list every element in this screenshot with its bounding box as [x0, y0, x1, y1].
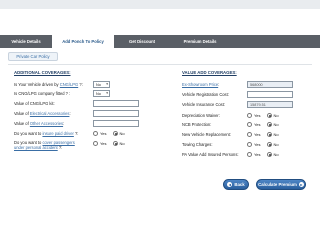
ncb-yes[interactable]: Yes: [247, 122, 261, 127]
towing-label: Towing Charges:: [182, 142, 213, 147]
insure-driver-label: Do you want to insure paid driver ?:: [14, 131, 79, 136]
tab-premium-details[interactable]: Premium Details: [170, 35, 230, 48]
divider: [8, 64, 312, 65]
cover-passengers-radio: Yes No: [93, 141, 125, 146]
tab-add-ponch[interactable]: Add Ponch To Policy: [52, 35, 114, 48]
towing-row: Towing Charges:: [182, 140, 213, 149]
insure-driver-no[interactable]: No: [112, 131, 125, 136]
towing-yes[interactable]: Yes: [247, 142, 261, 147]
depreciation-yes[interactable]: Yes: [247, 113, 261, 118]
insurance-cost-input[interactable]: 15879.51: [247, 101, 293, 108]
ncb-radio: Yes No: [247, 122, 279, 127]
pa-radio: Yes No: [247, 152, 279, 157]
new-vehicle-radio: Yes No: [247, 132, 279, 137]
registration-label: Vehicle Registration Cost:: [182, 92, 229, 97]
chevron-down-icon: ▾: [106, 91, 108, 95]
electrical-input[interactable]: [93, 110, 139, 117]
tab-bar: Vehicle Details Add Ponch To Policy Get …: [0, 35, 320, 48]
new-vehicle-row: New Vehicle Replacement:: [182, 130, 231, 139]
electrical-row: Value of Electrical Accessories:: [14, 109, 71, 118]
depreciation-row: Depreciation Waiver:: [182, 111, 220, 120]
electrical-label: Value of Electrical Accessories:: [14, 111, 71, 116]
depreciation-no[interactable]: No: [266, 113, 279, 118]
cng-kit-row: Value of CNG/LPG kit:: [14, 99, 55, 108]
calculate-premium-button[interactable]: Calculate Premium ▸: [256, 179, 306, 190]
ex-showroom-label: Ex-Showroom Price:: [182, 82, 220, 87]
tab-vehicle-details[interactable]: Vehicle Details: [0, 35, 52, 48]
cng-driven-label: Is Your Vehicle driven by CNG/LPG ?:: [14, 82, 83, 87]
other-accessories-input[interactable]: [93, 120, 139, 127]
other-accessories-label: Value of Other Accessories:: [14, 121, 65, 126]
new-vehicle-label: New Vehicle Replacement:: [182, 132, 231, 137]
back-arrow-icon: ◂: [227, 181, 233, 187]
depreciation-label: Depreciation Waiver:: [182, 113, 220, 118]
forward-arrow-icon: ▸: [298, 181, 304, 187]
ncb-no[interactable]: No: [266, 122, 279, 127]
ex-showroom-row: Ex-Showroom Price:: [182, 80, 219, 89]
tab-get-discount[interactable]: Get Discount: [114, 35, 170, 48]
registration-row: Vehicle Registration Cost:: [182, 90, 229, 99]
cng-fitted-label: Is CNG/LPG company fitted ? :: [14, 91, 71, 96]
pa-yes[interactable]: Yes: [247, 152, 261, 157]
ncb-row: NCB Protection:: [182, 120, 211, 129]
pa-row: PA Value Add Insured Persons:: [182, 150, 239, 159]
cover-passengers-yes[interactable]: Yes: [93, 141, 107, 146]
insure-driver-radio: Yes No: [93, 131, 125, 136]
subtab-private-car-policy[interactable]: Private Car Policy: [8, 52, 58, 61]
pa-no[interactable]: No: [266, 152, 279, 157]
cover-passengers-label-2: under personal accident ?:: [14, 144, 63, 150]
ex-showroom-input[interactable]: 568000: [247, 81, 293, 88]
depreciation-radio: Yes No: [247, 113, 279, 118]
cng-kit-input[interactable]: [93, 100, 139, 107]
back-button[interactable]: ◂ Back: [223, 179, 249, 190]
pa-label: PA Value Add Insured Persons:: [182, 152, 239, 157]
cover-passengers-row-2: under personal accident ?:: [14, 144, 62, 150]
insurance-cost-row: Vehicle Insurance Cost:: [182, 100, 225, 109]
new-vehicle-no[interactable]: No: [266, 132, 279, 137]
value-add-coverages-title: VALUE ADD COVERAGES:: [182, 70, 237, 75]
chevron-down-icon: ▾: [106, 82, 108, 86]
additional-coverages-title: ADDITIONAL COVERAGES:: [14, 70, 71, 75]
ncb-label: NCB Protection:: [182, 122, 212, 127]
cng-driven-row: Is Your Vehicle driven by CNG/LPG ?:: [14, 80, 83, 89]
cng-fitted-row: Is CNG/LPG company fitted ? :: [14, 89, 70, 98]
registration-input[interactable]: [247, 91, 293, 98]
insurance-cost-label: Vehicle Insurance Cost:: [182, 102, 226, 107]
new-vehicle-yes[interactable]: Yes: [247, 132, 261, 137]
insure-driver-yes[interactable]: Yes: [93, 131, 107, 136]
insure-driver-row: Do you want to insure paid driver ?:: [14, 129, 78, 138]
towing-no[interactable]: No: [266, 142, 279, 147]
cover-passengers-no[interactable]: No: [112, 141, 125, 146]
cng-fitted-select[interactable]: No ▾: [93, 90, 110, 97]
other-accessories-row: Value of Other Accessories:: [14, 119, 64, 128]
towing-radio: Yes No: [247, 142, 279, 147]
top-strip: [0, 0, 320, 9]
cng-kit-label: Value of CNG/LPG kit:: [14, 101, 55, 106]
cng-driven-select[interactable]: No ▾: [93, 81, 110, 88]
